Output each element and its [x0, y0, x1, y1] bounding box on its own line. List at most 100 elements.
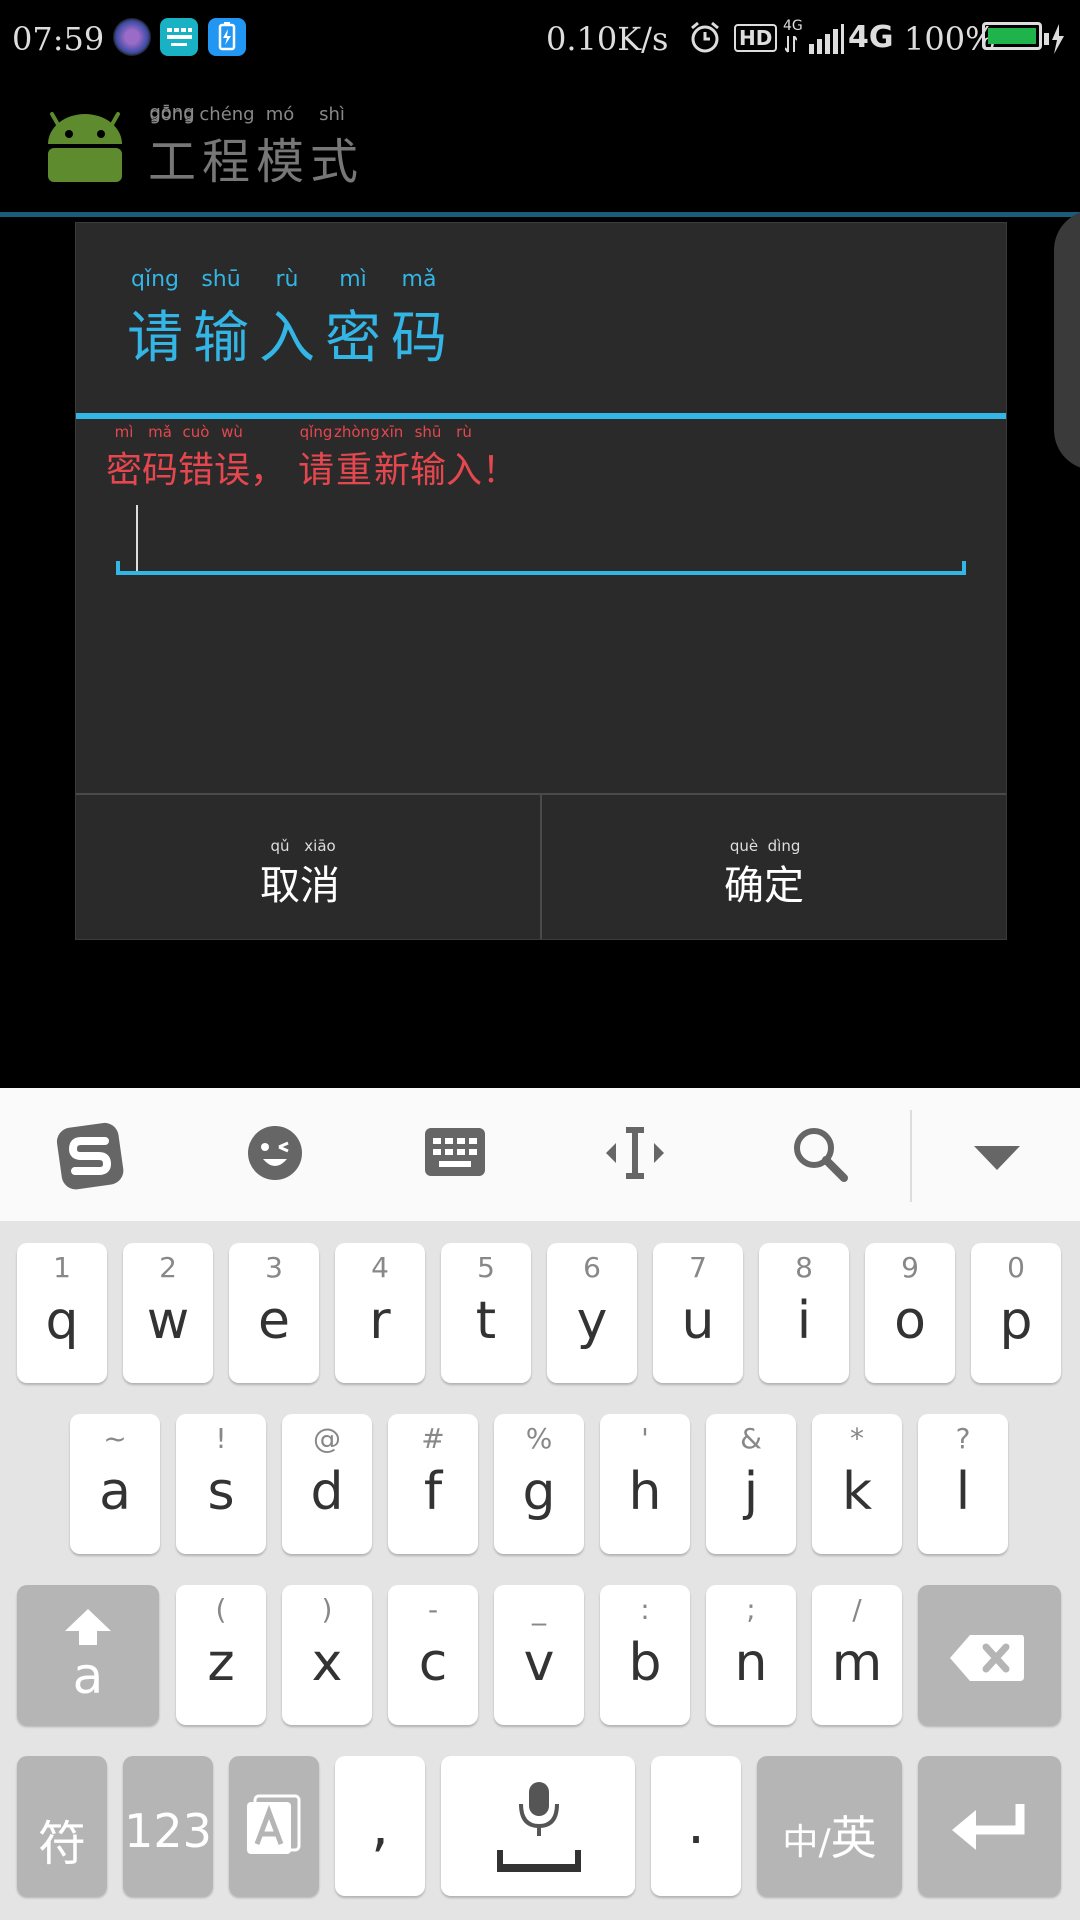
key-label: n	[734, 1633, 768, 1693]
key-sub-label: -	[427, 1593, 439, 1626]
key-o[interactable]: 9o	[865, 1243, 955, 1383]
emoji-icon[interactable]	[245, 1123, 305, 1183]
floating-edge-handle[interactable]	[1054, 210, 1080, 470]
key-p[interactable]: 0p	[971, 1243, 1061, 1383]
error-char: 码	[142, 450, 179, 491]
soft-keyboard: a 符 123 , . 中/英 1 q 2 w 3 e 4 r 5 t 6 y 7 u 8 i 9 o 0 p ~ a! s…	[0, 1088, 1080, 1920]
key-sub-label: %	[525, 1422, 553, 1455]
key-sub-label: #	[421, 1422, 445, 1455]
key-q[interactable]: 1q	[17, 1243, 107, 1383]
network-small-label: 4G	[783, 18, 803, 34]
key-label: k	[841, 1462, 873, 1522]
error-char: 入	[446, 450, 483, 491]
key-j[interactable]: & j	[706, 1414, 796, 1554]
space-voice-key[interactable]	[441, 1756, 635, 1896]
key-label: g	[522, 1462, 556, 1522]
symbols-key[interactable]: 符	[17, 1756, 107, 1896]
data-arrows-icon	[785, 36, 797, 53]
key-i[interactable]: 8i	[759, 1243, 849, 1383]
key-label: d	[310, 1462, 344, 1522]
title-char: 模	[256, 134, 305, 190]
key-v[interactable]: _ v	[494, 1585, 584, 1725]
shift-arrow-icon	[65, 1609, 111, 1645]
confirm-button[interactable]: què dìng 确 定	[542, 795, 1006, 939]
cursor-move-icon[interactable]	[604, 1126, 666, 1180]
title-char: 工	[148, 134, 197, 190]
key-l[interactable]: ? l	[918, 1414, 1008, 1554]
password-dialog: qǐng shū rù mì mǎ 请 输 入 密 码 mì mǎ cuò wù…	[75, 222, 1007, 940]
language-switch-key[interactable]: 中/英	[757, 1756, 902, 1896]
keyboard-icon[interactable]	[424, 1126, 486, 1180]
key-u[interactable]: 7u	[653, 1243, 743, 1383]
title-pinyin: qǐng	[131, 267, 179, 292]
numbers-key[interactable]: 123	[123, 1756, 213, 1896]
search-icon[interactable]	[790, 1124, 848, 1182]
input-underline-right-tick	[962, 561, 966, 575]
key-x[interactable]: ) x	[282, 1585, 372, 1725]
key-h[interactable]: ' h	[600, 1414, 690, 1554]
key-c[interactable]: -c	[388, 1585, 478, 1725]
key-g[interactable]: % g	[494, 1414, 584, 1554]
key-y[interactable]: 6y	[547, 1243, 637, 1383]
error-char: 重	[336, 450, 373, 491]
key-sub-label: @	[313, 1422, 341, 1455]
battery-saver-icon	[208, 18, 246, 56]
key-w[interactable]: 2w	[123, 1243, 213, 1383]
key-e[interactable]: 3e	[229, 1243, 319, 1383]
keyboard-notification-icon	[160, 18, 198, 56]
key-f[interactable]: # f	[388, 1414, 478, 1554]
error-pinyin: mì	[114, 423, 134, 441]
cancel-button[interactable]: qǔ xiāo 取 消	[76, 795, 540, 939]
key-sub-label: )	[321, 1593, 333, 1626]
error-pinyin: zhòng	[334, 423, 380, 441]
backspace-key[interactable]	[918, 1585, 1061, 1725]
key-r[interactable]: 4r	[335, 1243, 425, 1383]
key-label: t	[475, 1291, 497, 1351]
key-sub-label: :	[640, 1593, 650, 1626]
keyboard-toolbar	[0, 1088, 1080, 1221]
key-s[interactable]: ! s	[176, 1414, 266, 1554]
symbols-label: 符	[37, 1816, 86, 1872]
cancel-char: 消	[300, 863, 340, 909]
key-label: s	[207, 1462, 235, 1522]
key-label: c	[418, 1633, 448, 1693]
sogou-logo-icon[interactable]	[55, 1119, 127, 1191]
enter-key[interactable]	[918, 1756, 1061, 1896]
comma-key[interactable]: ,	[335, 1756, 425, 1896]
key-k[interactable]: * k	[812, 1414, 902, 1554]
action-bar: gōng gōng chéng mó shì 工 程 模 式	[0, 74, 1080, 217]
key-label: o	[894, 1291, 926, 1351]
period-key[interactable]: .	[651, 1756, 741, 1896]
key-label: x	[311, 1633, 343, 1693]
key-n[interactable]: ; n	[706, 1585, 796, 1725]
handwriting-key[interactable]	[229, 1756, 319, 1896]
status-bar: 07:59 0.10K/s HD 4G 4G 100%	[0, 0, 1080, 74]
battery-icon	[982, 22, 1042, 50]
key-m[interactable]: / m	[812, 1585, 902, 1725]
key-sub-label: 4	[371, 1251, 389, 1284]
key-sub-label: 8	[795, 1251, 813, 1284]
cancel-char: 取	[260, 863, 300, 909]
key-t[interactable]: 5t	[441, 1243, 531, 1383]
key-label: j	[743, 1462, 759, 1522]
error-pinyin: cuò	[182, 423, 210, 441]
key-label: h	[628, 1462, 662, 1522]
app-notification-icon	[113, 18, 151, 56]
key-z[interactable]: (z	[176, 1585, 266, 1725]
error-message: mì mǎ cuò wù qǐng zhòng xīn shū rù 密 码 错…	[106, 421, 566, 501]
key-sub-label: 9	[901, 1251, 919, 1284]
lang-zh-label: 中	[782, 1822, 819, 1863]
key-label: y	[576, 1291, 608, 1351]
network-type: 4G	[848, 20, 894, 55]
text-frame-icon	[247, 1794, 301, 1854]
password-input[interactable]	[116, 493, 966, 575]
key-a[interactable]: ~ a	[70, 1414, 160, 1554]
status-time: 07:59	[12, 20, 105, 58]
key-b[interactable]: :b	[600, 1585, 690, 1725]
key-label: i	[796, 1291, 812, 1351]
shift-key[interactable]: a	[17, 1585, 159, 1725]
collapse-icon[interactable]	[972, 1142, 1022, 1172]
key-d[interactable]: @ d	[282, 1414, 372, 1554]
key-sub-label: &	[740, 1422, 762, 1455]
key-label: p	[999, 1291, 1033, 1351]
